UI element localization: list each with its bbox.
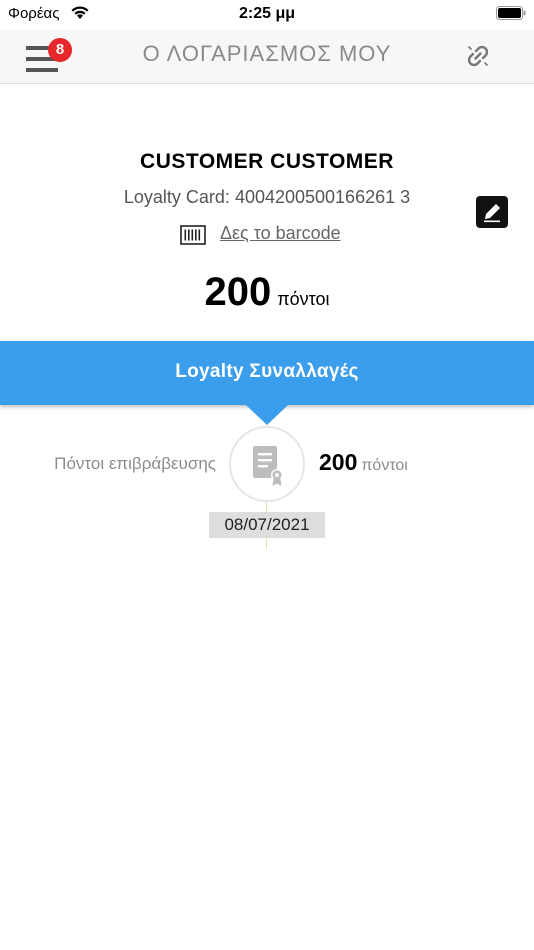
status-bar: Φορέας 2:25 μμ bbox=[0, 0, 534, 30]
loyalty-card-row: Loyalty Card: 4004200500166261 3 bbox=[0, 187, 534, 208]
loyalty-card-number: 4004200500166261 3 bbox=[234, 187, 411, 207]
barcode-row[interactable]: Δες το barcode bbox=[180, 222, 380, 248]
banner-title: Loyalty Συναλλαγές bbox=[175, 361, 359, 382]
navigation-bar: 8 Ο ΛΟΓΑΡΙΑΣΜΟΣ ΜΟΥ bbox=[0, 30, 534, 84]
loyalty-card-label: Loyalty Card: bbox=[123, 187, 230, 207]
certificate-document-icon bbox=[253, 446, 283, 486]
transaction-points-value: 200 bbox=[319, 449, 358, 475]
transaction-label: Πόντοι επιβράβευσης bbox=[54, 454, 216, 473]
banner-pointer bbox=[246, 405, 288, 425]
view-barcode-link[interactable]: Δες το barcode bbox=[220, 223, 341, 244]
pencil-icon bbox=[484, 204, 500, 223]
status-time: 2:25 μμ bbox=[238, 5, 296, 22]
transaction-points-unit: πόντοι bbox=[361, 457, 408, 474]
battery-icon bbox=[496, 6, 526, 20]
points-value: 200 bbox=[204, 270, 272, 314]
page-title: Ο ΛΟΓΑΡΙΑΣΜΟΣ ΜΟΥ bbox=[142, 41, 392, 66]
transaction-date: 08/07/2021 bbox=[209, 512, 325, 538]
profile-section: CUSTOMER CUSTOMER Loyalty Card: 40042005… bbox=[0, 84, 534, 340]
points-unit: πόντοι bbox=[277, 289, 330, 309]
points-summary: 200 πόντοι bbox=[0, 270, 534, 315]
customer-name: CUSTOMER CUSTOMER bbox=[140, 150, 394, 173]
broken-link-icon[interactable] bbox=[466, 44, 490, 68]
barcode-icon bbox=[180, 225, 206, 245]
loyalty-transactions-banner: Loyalty Συναλλαγές bbox=[0, 341, 534, 405]
transaction-points: 200 πόντοι bbox=[319, 449, 408, 476]
transaction-icon-circle bbox=[229, 426, 305, 502]
edit-profile-button[interactable] bbox=[476, 196, 508, 228]
